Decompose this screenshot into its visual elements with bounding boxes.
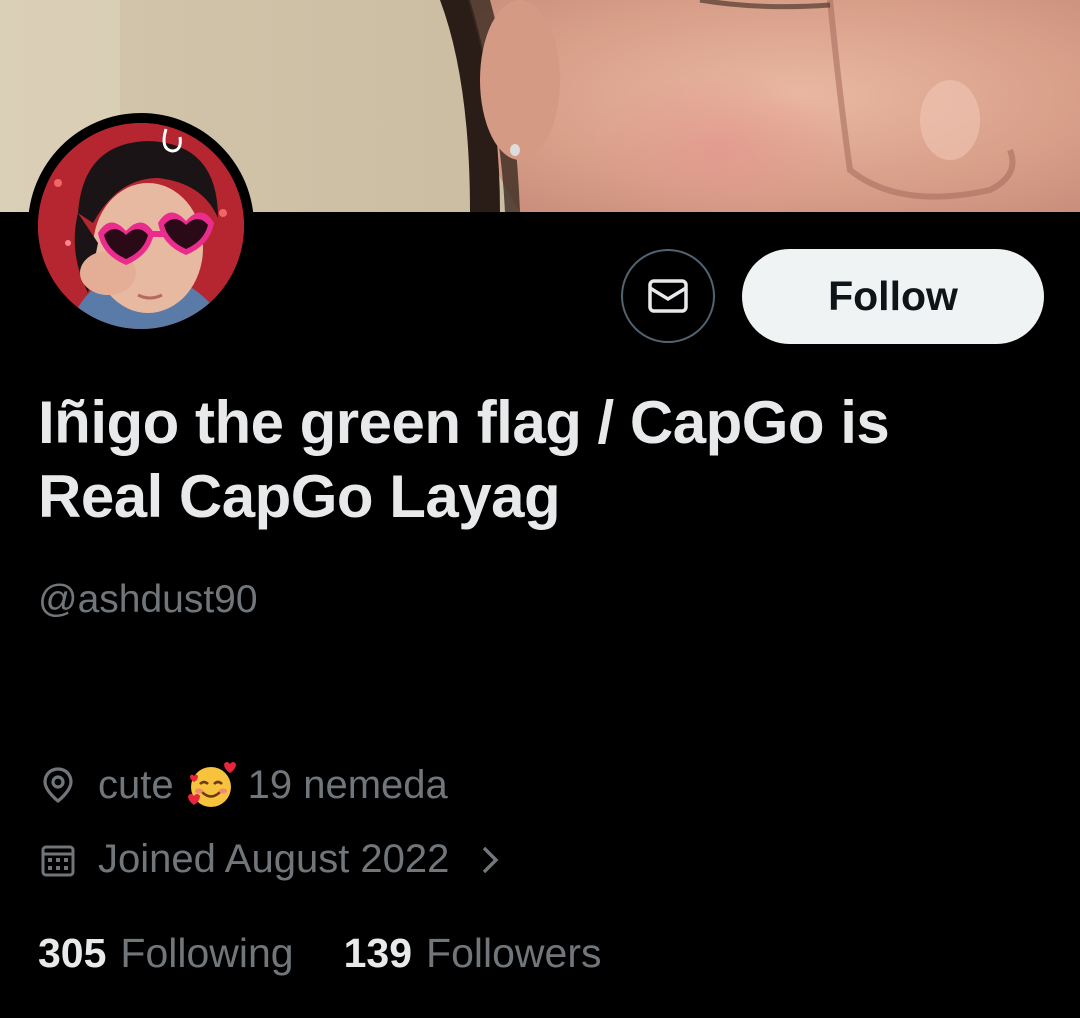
avatar-photo — [38, 123, 244, 329]
display-name: Iñigo the green flag / CapGo is Real Cap… — [38, 386, 1038, 534]
following-count: 305 — [38, 930, 107, 976]
followers-label: Followers — [426, 930, 602, 976]
chevron-right-icon — [483, 846, 499, 873]
joined-text: Joined August 2022 — [98, 837, 450, 881]
follow-button[interactable]: Follow — [742, 249, 1044, 344]
message-button[interactable] — [621, 249, 715, 343]
profile-page: Follow Iñigo the green flag / CapGo is R… — [0, 0, 1080, 1018]
display-name-line-1: Iñigo the green flag / CapGo is — [38, 389, 890, 456]
avatar[interactable] — [28, 113, 254, 339]
profile-location: cute 19 nemeda — [38, 760, 448, 810]
user-handle: @ashdust90 — [38, 578, 258, 621]
following-link[interactable]: 305 Following — [38, 930, 294, 977]
location-pin-icon — [43, 767, 73, 804]
location-text-before: cute — [98, 762, 174, 807]
display-name-line-2: Real CapGo Layag — [38, 463, 561, 530]
avatar-image — [38, 123, 244, 329]
smiling-face-with-hearts-icon — [187, 762, 236, 807]
profile-joined-date[interactable]: Joined August 2022 — [38, 837, 501, 882]
following-label: Following — [120, 930, 294, 976]
location-text-after: 19 nemeda — [247, 762, 448, 807]
followers-link[interactable]: 139 Followers — [344, 930, 602, 977]
envelope-icon — [648, 279, 688, 313]
calendar-icon — [41, 845, 75, 876]
follow-stats: 305 Following 139 Followers — [38, 930, 651, 977]
followers-count: 139 — [343, 930, 413, 976]
